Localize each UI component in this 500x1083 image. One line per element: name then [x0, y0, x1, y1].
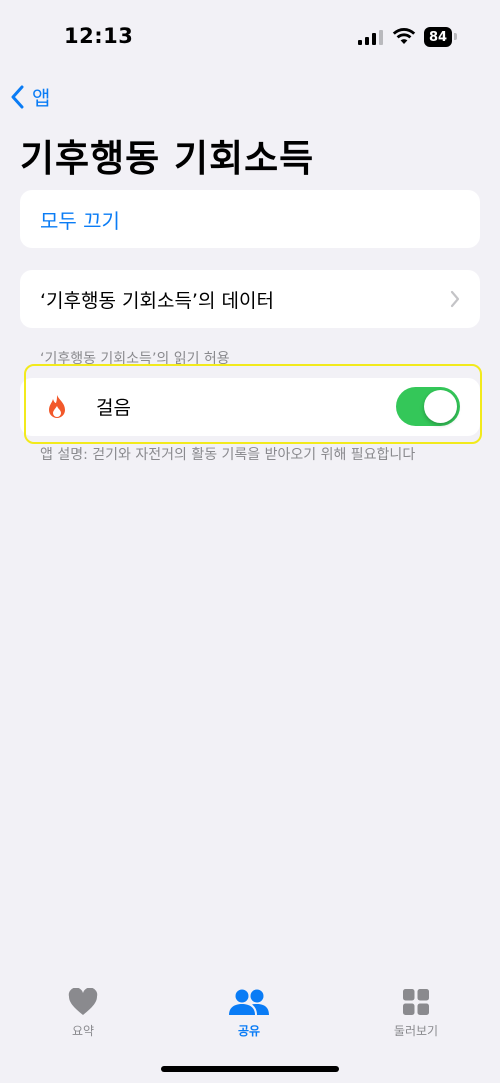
- chevron-right-icon: [450, 290, 460, 308]
- flame-icon: [49, 395, 65, 418]
- read-access-section-header: ‘기후행동 기회소득’의 읽기 허용: [40, 351, 230, 367]
- back-button[interactable]: 앱: [10, 82, 50, 111]
- heart-icon: [68, 988, 98, 1015]
- home-indicator[interactable]: [161, 1066, 339, 1072]
- battery-level: 84: [428, 29, 448, 45]
- tab-share[interactable]: 공유: [189, 988, 309, 1039]
- tab-summary-label: 요약: [71, 1024, 95, 1038]
- tab-summary[interactable]: 요약: [23, 988, 143, 1039]
- app-data-row[interactable]: ‘기후행동 기회소득’의 데이터: [20, 270, 480, 328]
- permission-label: 걸음: [96, 397, 131, 419]
- back-label: 앱: [32, 86, 51, 110]
- cellular-signal-icon: [358, 29, 383, 45]
- people-icon: [229, 989, 269, 1015]
- battery-tip: [454, 33, 457, 40]
- turn-off-all-button[interactable]: 모두 끄기: [20, 190, 480, 248]
- chevron-left-icon: [11, 85, 24, 108]
- turn-off-all-label: 모두 끄기: [40, 209, 120, 233]
- app-description: 앱 설명: 걷기와 자전거의 활동 기록을 받아오기 위해 필요합니다: [40, 447, 416, 463]
- app-data-label: ‘기후행동 기회소득’의 데이터: [40, 290, 274, 312]
- battery-icon: 84: [424, 27, 452, 47]
- tab-browse[interactable]: 둘러보기: [356, 988, 476, 1039]
- permission-row-steps[interactable]: 걸음: [20, 378, 480, 436]
- tab-share-label: 공유: [237, 1024, 261, 1038]
- tab-browse-label: 둘러보기: [393, 1024, 439, 1038]
- page-title: 기후행동 기회소득: [20, 137, 315, 180]
- status-time: 12:13: [64, 24, 134, 48]
- grid-icon: [403, 989, 429, 1015]
- steps-toggle[interactable]: [396, 387, 460, 426]
- wifi-icon: [392, 28, 416, 44]
- toggle-knob: [424, 390, 457, 423]
